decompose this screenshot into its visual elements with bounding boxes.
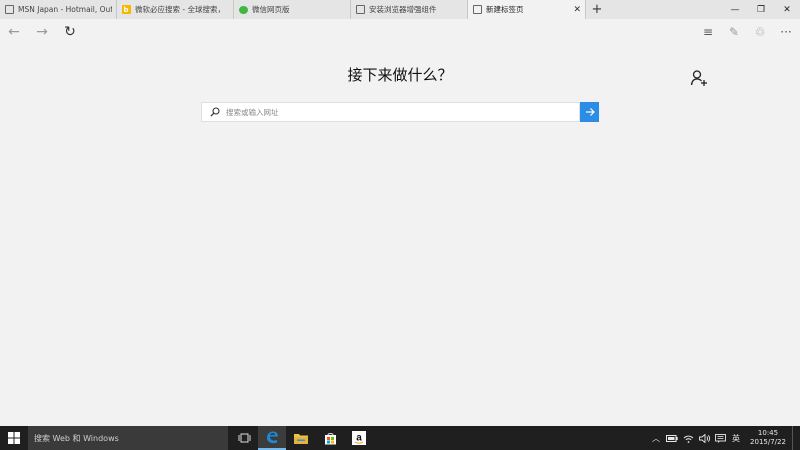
- input-method-indicator[interactable]: 英: [728, 426, 744, 450]
- tab-title: MSN Japan - Hotmail, Outlo: [18, 5, 112, 14]
- taskbar-store-button[interactable]: [316, 426, 344, 450]
- refresh-button[interactable]: ↻: [61, 23, 79, 41]
- tab-msn[interactable]: MSN Japan - Hotmail, Outlo: [0, 0, 117, 19]
- wechat-icon: [238, 5, 248, 15]
- tab-browser-addon[interactable]: 安装浏览器增强组件: [351, 0, 468, 19]
- page-icon: [472, 5, 482, 15]
- hub-button[interactable]: ≡: [699, 23, 717, 41]
- forward-button[interactable]: →: [33, 23, 51, 41]
- tab-new-tab[interactable]: 新建标签页 ✕: [468, 0, 586, 19]
- restore-button[interactable]: ❐: [748, 0, 774, 19]
- add-profile-icon[interactable]: [690, 69, 708, 87]
- page-title: 接下来做什么？: [347, 66, 453, 84]
- close-tab-icon[interactable]: ✕: [573, 5, 581, 15]
- amazon-icon: a: [352, 431, 366, 445]
- volume-icon[interactable]: [696, 426, 712, 450]
- search-input[interactable]: [226, 107, 566, 117]
- tab-title: 微软必应搜索 - 全球搜索，: [135, 5, 225, 14]
- back-button[interactable]: ←: [5, 23, 23, 41]
- network-icon[interactable]: [680, 426, 696, 450]
- minimize-button[interactable]: —: [722, 0, 748, 19]
- more-button[interactable]: ···: [777, 23, 795, 41]
- tab-wechat[interactable]: 微信网页版: [234, 0, 351, 19]
- window-controls: — ❐ ✕: [722, 0, 800, 19]
- tab-title: 安装浏览器增强组件: [369, 5, 437, 14]
- browser-toolbar: ← → ↻ ≡ ✎ ♲ ···: [0, 19, 800, 45]
- start-button[interactable]: [0, 426, 28, 450]
- web-note-button[interactable]: ✎: [725, 23, 743, 41]
- taskbar-search-text: 搜索 Web 和 Windows: [34, 433, 119, 443]
- svg-text:a: a: [356, 433, 362, 444]
- search-icon: [210, 107, 220, 117]
- edge-icon: [267, 431, 278, 444]
- arrow-right-icon: [585, 108, 595, 116]
- show-desktop-button[interactable]: [792, 426, 800, 450]
- task-view-icon: [238, 433, 250, 443]
- close-window-button[interactable]: ✕: [774, 0, 800, 19]
- show-hidden-icons-button[interactable]: ︿: [648, 426, 664, 450]
- store-icon: [324, 432, 336, 444]
- tab-bing[interactable]: b 微软必应搜索 - 全球搜索，: [117, 0, 234, 19]
- search-bar: [201, 102, 599, 122]
- search-field[interactable]: [201, 102, 580, 122]
- search-go-button[interactable]: [580, 102, 599, 122]
- taskbar: 搜索 Web 和 Windows a ︿ 英 10:45 2015/7/22: [0, 426, 800, 450]
- tab-title: 新建标签页: [486, 5, 524, 14]
- taskbar-amazon-button[interactable]: a: [345, 426, 373, 450]
- clock-date: 2015/7/22: [750, 438, 786, 446]
- page-icon: [355, 5, 365, 15]
- taskbar-search-box[interactable]: 搜索 Web 和 Windows: [28, 426, 228, 450]
- share-button[interactable]: ♲: [751, 23, 769, 41]
- tab-strip: MSN Japan - Hotmail, Outlo b 微软必应搜索 - 全球…: [0, 0, 800, 19]
- new-tab-button[interactable]: +: [586, 0, 608, 19]
- taskbar-file-explorer-button[interactable]: [287, 426, 315, 450]
- clock-time: 10:45: [757, 429, 779, 437]
- system-tray: ︿ 英 10:45 2015/7/22: [648, 426, 800, 450]
- bing-icon: b: [121, 5, 131, 14]
- message-icon[interactable]: [712, 426, 728, 450]
- page-icon: [4, 5, 14, 15]
- windows-logo-icon: [8, 432, 20, 444]
- clock[interactable]: 10:45 2015/7/22: [744, 429, 792, 447]
- tab-title: 微信网页版: [252, 5, 290, 14]
- battery-icon[interactable]: [664, 426, 680, 450]
- task-view-button[interactable]: [230, 426, 258, 450]
- taskbar-edge-button[interactable]: [258, 426, 286, 450]
- folder-icon: [294, 433, 308, 444]
